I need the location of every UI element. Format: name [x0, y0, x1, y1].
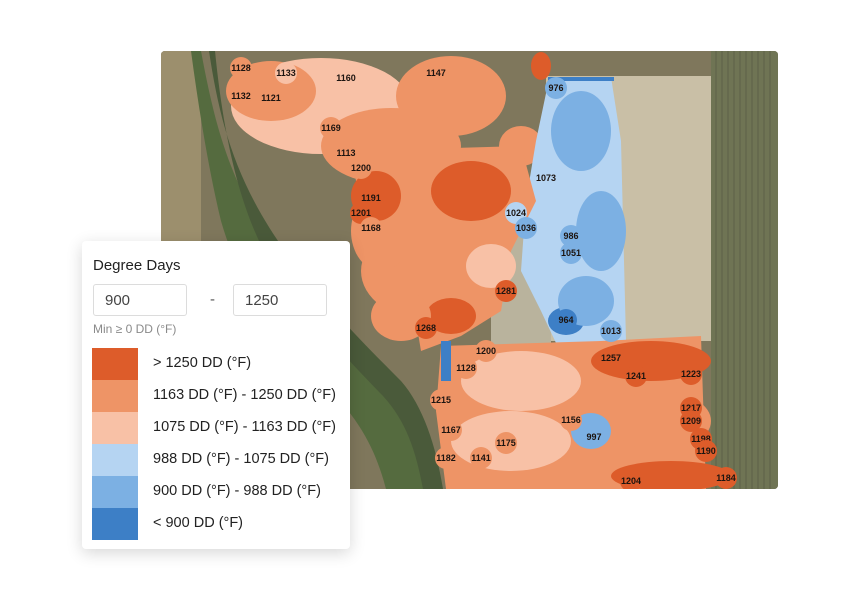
station-value-label: 1200 — [476, 346, 496, 356]
legend-swatch — [92, 476, 138, 508]
station-value-label: 1223 — [681, 369, 701, 379]
station-value-label: 964 — [558, 315, 573, 325]
station-value-label: 1201 — [351, 208, 371, 218]
station-value-label: 1128 — [456, 363, 476, 373]
station-value-label: 986 — [563, 231, 578, 241]
station-value-label: 1013 — [601, 326, 621, 336]
panel-title: Degree Days — [93, 257, 181, 274]
station-value-label: 1182 — [436, 453, 456, 463]
station-value-label: 1268 — [416, 323, 436, 333]
legend-row-988-1075: 988 DD (°F) - 1075 DD (°F) — [92, 444, 342, 476]
max-degree-days-input[interactable] — [233, 284, 327, 316]
min-hint: Min ≥ 0 DD (°F) — [93, 322, 177, 336]
min-degree-days-input[interactable] — [93, 284, 187, 316]
legend-swatch — [92, 412, 138, 444]
station-value-label: 1200 — [351, 163, 371, 173]
legend-row-1075-1163: 1075 DD (°F) - 1163 DD (°F) — [92, 412, 342, 444]
station-value-label: 1133 — [276, 68, 296, 78]
legend-swatch — [92, 508, 138, 540]
station-value-label: 1215 — [431, 395, 451, 405]
station-value-label: 1167 — [441, 425, 461, 435]
station-value-label: 1024 — [506, 208, 526, 218]
station-value-label: 1241 — [626, 371, 646, 381]
legend-row-above-1250: > 1250 DD (°F) — [92, 348, 342, 380]
station-value-label: 1160 — [336, 73, 356, 83]
legend-label: 988 DD (°F) - 1075 DD (°F) — [153, 451, 329, 467]
station-value-label: 1184 — [716, 473, 736, 483]
station-value-label: 1147 — [426, 68, 446, 78]
field-left-upper — [161, 51, 201, 251]
station-value-label: 1156 — [561, 415, 581, 425]
station-value-label: 1169 — [321, 123, 341, 133]
legend-label: > 1250 DD (°F) — [153, 355, 252, 371]
station-value-label: 1168 — [361, 223, 381, 233]
legend-row-below-900: < 900 DD (°F) — [92, 508, 342, 540]
legend-swatch — [92, 348, 138, 380]
legend-label: 1163 DD (°F) - 1250 DD (°F) — [153, 387, 336, 403]
station-value-label: 1191 — [361, 193, 381, 203]
station-value-label: 1190 — [696, 446, 716, 456]
legend-row-900-988: 900 DD (°F) - 988 DD (°F) — [92, 476, 342, 508]
station-value-label: 1281 — [496, 286, 516, 296]
station-value-label: 1073 — [536, 173, 556, 183]
legend-label: < 900 DD (°F) — [153, 515, 244, 531]
legend-row-1163-1250: 1163 DD (°F) - 1250 DD (°F) — [92, 380, 342, 412]
range-separator: - — [210, 291, 215, 308]
station-value-label: 1132 — [231, 91, 251, 101]
station-value-label: 1141 — [471, 453, 491, 463]
field-right-orchard — [711, 51, 778, 489]
station-value-label: 1051 — [561, 248, 581, 258]
station-value-label: 1204 — [621, 476, 641, 486]
legend-label: 1075 DD (°F) - 1163 DD (°F) — [153, 419, 336, 435]
station-value-label: 1121 — [261, 93, 281, 103]
legend-swatch — [92, 380, 138, 412]
station-value-label: 1209 — [681, 416, 701, 426]
station-value-label: 1128 — [231, 63, 251, 73]
station-value-label: 997 — [586, 432, 601, 442]
legend-label: 900 DD (°F) - 988 DD (°F) — [153, 483, 321, 499]
degree-days-filter-panel: Degree Days - Min ≥ 0 DD (°F) > 1250 DD … — [82, 241, 350, 549]
legend-swatch — [92, 444, 138, 476]
station-value-label: 1175 — [496, 438, 516, 448]
station-value-label: 1036 — [516, 223, 536, 233]
station-value-label: 1257 — [601, 353, 621, 363]
station-value-label: 976 — [548, 83, 563, 93]
station-value-label: 1113 — [336, 148, 355, 158]
